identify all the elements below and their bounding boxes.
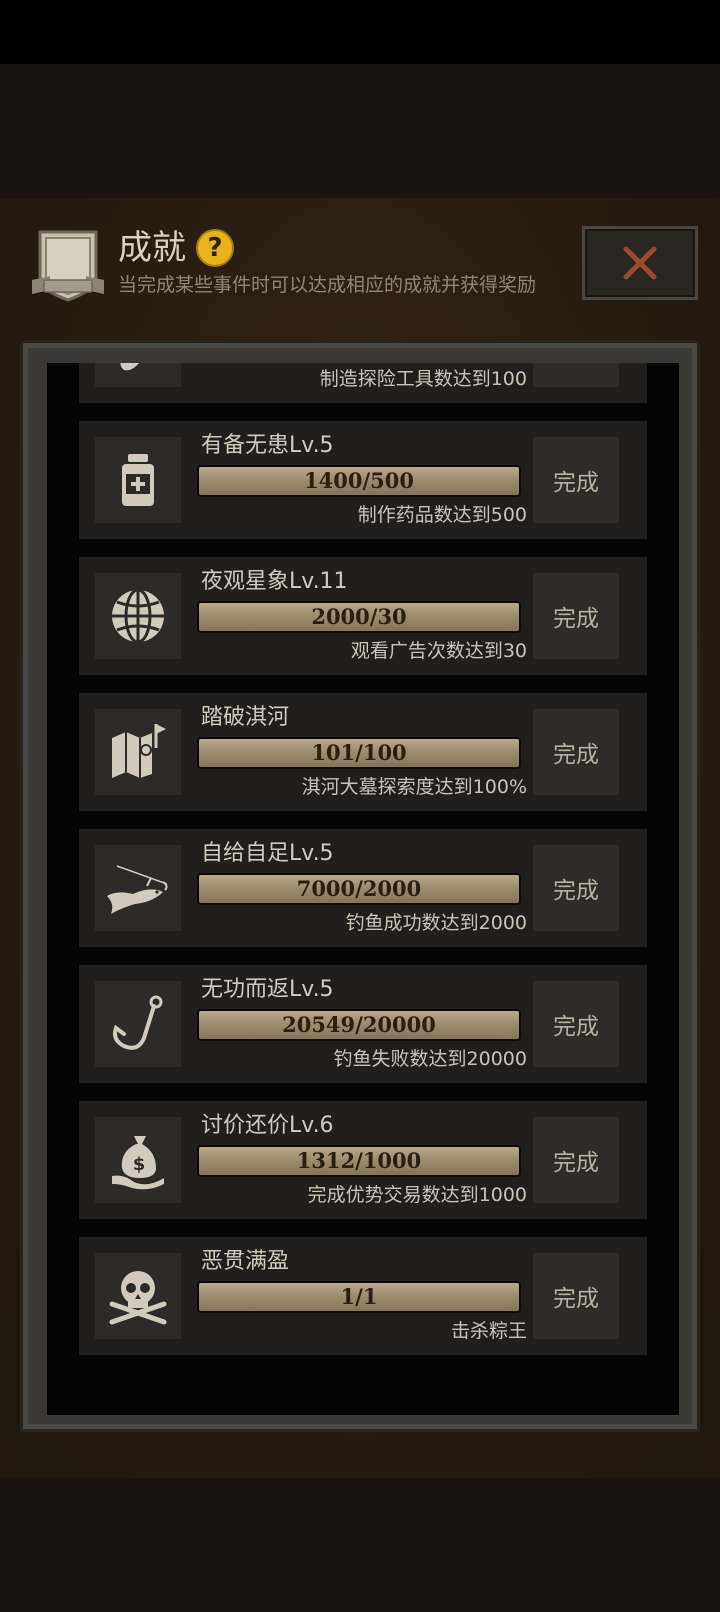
progress-text: 1312/1000 [296, 1148, 422, 1173]
achievement-item-5: 自给自足Lv.5 7000/2000 钓鱼成功数达到2000 完成 [79, 829, 647, 947]
achievement-name: 无功而返Lv.5 [201, 977, 334, 1002]
achievement-name: 踏破淇河 [201, 705, 290, 730]
fishhook-icon [95, 981, 181, 1067]
complete-button[interactable]: 完成 [533, 709, 619, 795]
achievements-frame: 180/100 制造探险工具数达到100 完成 有备无患Lv.5 1400/50… [20, 340, 700, 1432]
skull-crossbones-icon [95, 1253, 181, 1339]
page-title: 成就 ? [118, 226, 234, 270]
shovel-icon [95, 363, 181, 387]
backdrop-bottom [0, 1478, 720, 1612]
achievement-description: 观看广告次数达到30 [350, 640, 527, 662]
achievement-description: 击杀粽王 [450, 1320, 527, 1342]
achievement-description: 钓鱼成功数达到2000 [345, 912, 527, 934]
complete-button[interactable]: 完成 [533, 573, 619, 659]
page-subtitle: 当完成某些事件时可以达成相应的成就并获得奖励 [118, 274, 537, 296]
complete-button[interactable]: 完成 [533, 437, 619, 523]
progress-text: 2000/30 [311, 604, 407, 629]
progress-bar: 1312/1000 [197, 1145, 521, 1177]
achievements-dialog: 成就 ? 当完成某些事件时可以达成相应的成就并获得奖励 180/100 制造探险… [0, 198, 720, 1478]
close-button[interactable] [582, 226, 698, 300]
progress-text: 101/100 [311, 740, 407, 765]
achievement-description: 钓鱼失败数达到20000 [333, 1048, 527, 1070]
achievement-name: 讨价还价Lv.6 [201, 1113, 334, 1138]
progress-text: 20549/20000 [282, 1012, 436, 1037]
complete-button[interactable]: 完成 [533, 981, 619, 1067]
money-bag-icon: $ [95, 1117, 181, 1203]
progress-bar: 20549/20000 [197, 1009, 521, 1041]
achievement-name: 恶贯满盈 [201, 1249, 290, 1274]
globe-icon [95, 573, 181, 659]
achievement-item-4: 踏破淇河 101/100 淇河大墓探索度达到100% 完成 [79, 693, 647, 811]
title-text: 成就 [118, 228, 186, 268]
achievement-name: 自给自足Lv.5 [201, 841, 334, 866]
progress-text: 1/1 [340, 1284, 378, 1309]
badge-shield-icon [30, 224, 106, 304]
help-icon[interactable]: ? [196, 229, 234, 267]
progress-bar: 7000/2000 [197, 873, 521, 905]
achievement-description: 制造探险工具数达到100 [319, 368, 527, 390]
achievement-name: 有备无患Lv.5 [201, 433, 334, 458]
backdrop-top [0, 64, 720, 198]
map-flag-icon [95, 709, 181, 795]
achievement-item-2: 有备无患Lv.5 1400/500 制作药品数达到500 完成 [79, 421, 647, 539]
complete-button[interactable]: 完成 [533, 363, 619, 387]
achievements-list[interactable]: 180/100 制造探险工具数达到100 完成 有备无患Lv.5 1400/50… [47, 363, 679, 1415]
close-icon [623, 246, 657, 280]
achievement-item-3: 夜观星象Lv.11 2000/30 观看广告次数达到30 完成 [79, 557, 647, 675]
achievement-item-6: 无功而返Lv.5 20549/20000 钓鱼失败数达到20000 完成 [79, 965, 647, 1083]
achievement-description: 制作药品数达到500 [357, 504, 527, 526]
complete-button[interactable]: 完成 [533, 1253, 619, 1339]
progress-bar: 1/1 [197, 1281, 521, 1313]
achievement-description: 淇河大墓探索度达到100% [301, 776, 527, 798]
complete-button[interactable]: 完成 [533, 845, 619, 931]
progress-bar: 2000/30 [197, 601, 521, 633]
achievement-item-8: 恶贯满盈 1/1 击杀粽王 完成 [79, 1237, 647, 1355]
svg-text:$: $ [133, 1154, 146, 1175]
progress-bar: 1400/500 [197, 465, 521, 497]
fish-icon [95, 845, 181, 931]
achievement-name: 夜观星象Lv.11 [201, 569, 348, 594]
achievement-item-7: $ 讨价还价Lv.6 1312/1000 完成优势交易数达到1000 完成 [79, 1101, 647, 1219]
progress-bar: 101/100 [197, 737, 521, 769]
progress-text: 1400/500 [304, 468, 414, 493]
status-bar [0, 0, 720, 64]
progress-text: 7000/2000 [296, 876, 422, 901]
complete-button[interactable]: 完成 [533, 1117, 619, 1203]
achievement-item-1: 180/100 制造探险工具数达到100 完成 [79, 363, 647, 403]
medicine-bottle-icon [95, 437, 181, 523]
achievement-description: 完成优势交易数达到1000 [307, 1184, 527, 1206]
